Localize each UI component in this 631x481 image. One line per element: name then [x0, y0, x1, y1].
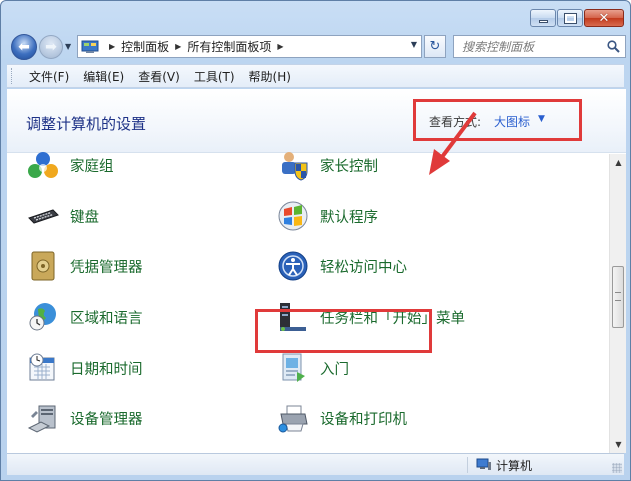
control-panel-items: 家庭组 家长控制 键盘 默认程序 凭据管理器 轻松访问中心 区域和语言 任务栏和… — [7, 111, 607, 453]
resize-grip[interactable] — [612, 463, 622, 473]
breadcrumb-separator[interactable]: ▶ — [175, 42, 181, 51]
breadcrumb-all-items[interactable]: 所有控制面板项 — [187, 38, 271, 55]
item-keyboard[interactable]: 键盘 — [26, 198, 99, 234]
ease-of-access-icon — [276, 249, 310, 283]
content-pane: 调整计算机的设置 查看方式: 大图标 ▼ 家庭组 家长控制 键盘 默认程序 凭据… — [7, 89, 626, 453]
region-language-icon — [26, 300, 60, 334]
item-homegroup[interactable]: 家庭组 — [26, 147, 114, 183]
navigation-bar: ⬅ ➡ ▼ ▶ 控制面板 ▶ 所有控制面板项 ▶ ▼ ↻ — [7, 34, 626, 60]
item-device-manager[interactable]: 设备管理器 — [26, 400, 143, 436]
dropdown-arrow-icon[interactable]: ▼ — [538, 114, 545, 124]
search-box — [453, 35, 626, 58]
view-mode-dropdown[interactable]: 大图标 — [494, 113, 530, 130]
menu-view[interactable]: 查看(V) — [131, 65, 187, 88]
item-label: 轻松访问中心 — [320, 259, 407, 276]
back-button[interactable]: ⬅ — [11, 34, 37, 60]
item-label: 日期和时间 — [70, 361, 143, 378]
credential-manager-icon — [26, 249, 60, 283]
devices-printers-icon — [276, 401, 310, 435]
refresh-button[interactable]: ↻ — [424, 35, 446, 58]
menu-grip — [11, 68, 14, 84]
item-ease-of-access[interactable]: 轻松访问中心 — [276, 248, 407, 284]
scroll-down-icon[interactable]: ▼ — [610, 436, 626, 453]
minimize-button[interactable] — [530, 9, 556, 27]
item-label: 区域和语言 — [70, 310, 143, 327]
content-header: 调整计算机的设置 查看方式: 大图标 ▼ — [7, 89, 626, 153]
item-parental-controls[interactable]: 家长控制 — [276, 147, 378, 183]
breadcrumb-separator[interactable]: ▶ — [277, 42, 283, 51]
menu-edit[interactable]: 编辑(E) — [76, 65, 131, 88]
keyboard-icon — [26, 199, 60, 233]
control-panel-icon — [81, 40, 99, 53]
vertical-scrollbar[interactable]: ▲ ▼ — [609, 154, 626, 453]
address-bar[interactable]: ▶ 控制面板 ▶ 所有控制面板项 ▶ ▼ — [77, 35, 422, 58]
status-computer-label: 计算机 — [496, 459, 533, 473]
item-label: 设备和打印机 — [320, 411, 407, 428]
item-label: 家长控制 — [320, 158, 378, 175]
item-region-language[interactable]: 区域和语言 — [26, 299, 143, 335]
maximize-button[interactable] — [557, 9, 583, 27]
getting-started-icon — [276, 351, 310, 385]
recent-pages-dropdown[interactable]: ▼ — [65, 42, 71, 51]
item-label: 凭据管理器 — [70, 259, 143, 276]
close-icon: ✕ — [598, 10, 610, 26]
scroll-up-icon[interactable]: ▲ — [610, 154, 626, 171]
status-divider — [467, 457, 468, 473]
forward-button[interactable]: ➡ — [39, 35, 63, 59]
breadcrumb-separator[interactable]: ▶ — [109, 42, 115, 51]
item-getting-started[interactable]: 入门 — [276, 350, 349, 386]
item-credential-manager[interactable]: 凭据管理器 — [26, 248, 143, 284]
menu-tools[interactable]: 工具(T) — [187, 65, 242, 88]
menu-file[interactable]: 文件(F) — [22, 65, 76, 88]
annotation-arrow — [429, 111, 477, 175]
item-label: 入门 — [320, 361, 349, 378]
item-devices-printers[interactable]: 设备和打印机 — [276, 400, 407, 436]
page-title: 调整计算机的设置 — [26, 115, 147, 133]
item-label: 设备管理器 — [70, 411, 143, 428]
close-button[interactable]: ✕ — [584, 9, 624, 27]
computer-icon — [476, 458, 491, 470]
minimize-icon — [538, 19, 548, 23]
back-arrow-icon: ⬅ — [18, 39, 30, 55]
item-label: 键盘 — [70, 209, 99, 226]
refresh-icon: ↻ — [429, 39, 441, 54]
status-bar: 计算机 — [7, 453, 624, 475]
parental-controls-icon — [276, 148, 310, 182]
forward-arrow-icon: ➡ — [45, 39, 57, 55]
menu-help[interactable]: 帮助(H) — [242, 65, 298, 88]
scroll-thumb[interactable] — [612, 266, 624, 328]
default-programs-icon — [276, 199, 310, 233]
ease-of-access-highlight — [255, 309, 432, 353]
search-input[interactable] — [454, 36, 594, 57]
caption-buttons: ✕ — [530, 9, 624, 27]
address-dropdown-icon[interactable]: ▼ — [411, 40, 417, 49]
date-time-icon — [26, 351, 60, 385]
device-manager-icon — [26, 401, 60, 435]
item-label: 默认程序 — [320, 209, 378, 226]
breadcrumb-control-panel[interactable]: 控制面板 — [121, 38, 169, 55]
item-label: 家庭组 — [70, 158, 114, 175]
maximize-icon — [563, 12, 577, 24]
window-frame: ✕ ⬅ ➡ ▼ ▶ 控制面板 ▶ 所有控制面板项 ▶ ▼ ↻ 搜索控制面板 文件… — [0, 0, 631, 481]
search-icon[interactable] — [607, 40, 620, 53]
item-date-time[interactable]: 日期和时间 — [26, 350, 143, 386]
item-default-programs[interactable]: 默认程序 — [276, 198, 378, 234]
menu-bar: 文件(F) 编辑(E) 查看(V) 工具(T) 帮助(H) — [7, 64, 624, 88]
homegroup-icon — [26, 148, 60, 182]
